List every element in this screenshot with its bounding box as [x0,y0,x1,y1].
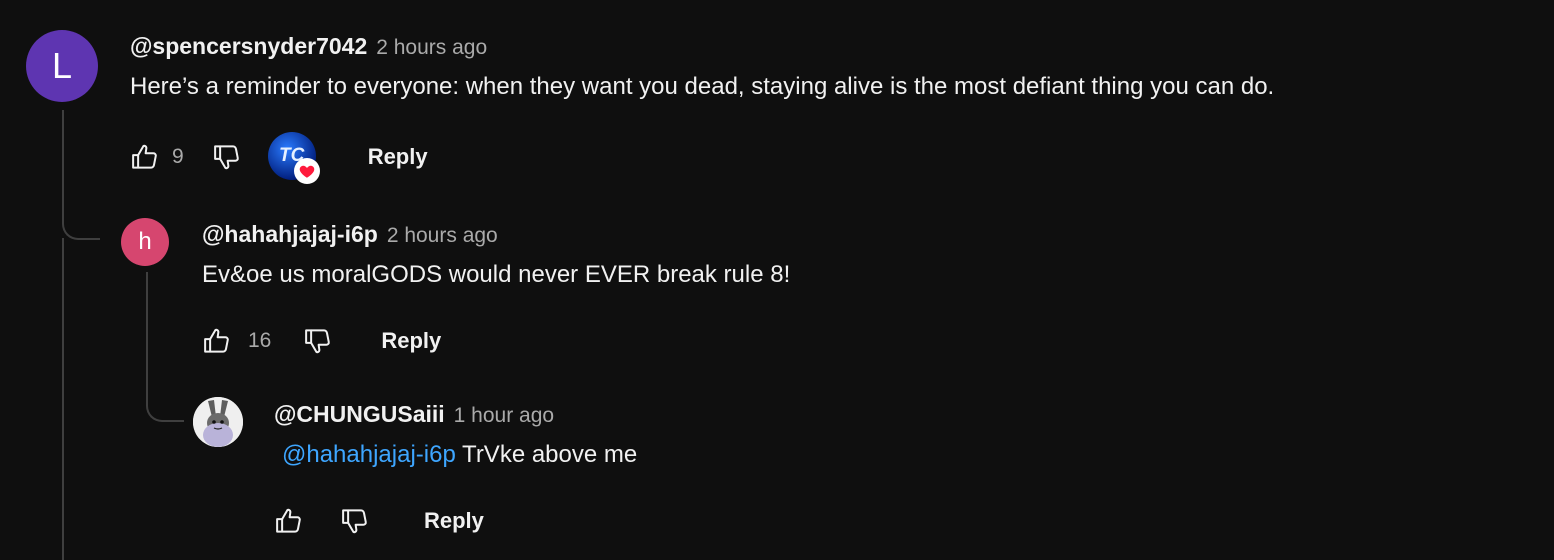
thread-line-nested [146,272,184,422]
like-count: 9 [172,145,184,168]
creator-heart-badge[interactable]: TC [267,132,320,184]
comment-author-handle[interactable]: @hahahjajaj-i6p [202,221,378,248]
nested-reply-comment: @CHUNGUSaiii 1 hour ago @hahahjajaj-i6p … [274,401,637,469]
comment-text: Ev&oe us moralGODS would never EVER brea… [202,261,791,288]
mention-link[interactable]: @hahahjajaj-i6p [282,441,456,468]
thumbs-up-icon[interactable] [272,504,306,538]
thread-line-main-continued [62,238,64,560]
avatar-letter: h [138,228,152,255]
thumbs-up-icon[interactable] [200,324,234,358]
reply-button[interactable]: Reply [381,328,441,354]
avatar[interactable]: L [26,30,98,102]
thumbs-down-icon[interactable] [301,324,335,358]
heart-icon [293,158,320,184]
comment-author-handle[interactable]: @CHUNGUSaiii [274,401,445,428]
comment-text: Here’s a reminder to everyone: when they… [130,73,1275,100]
reply-comment: @hahahjajaj-i6p 2 hours ago Ev&oe us mor… [202,221,790,289]
thumbs-down-icon[interactable] [338,504,372,538]
comment-body: TrVke above me [462,441,638,468]
thumbs-down-icon[interactable] [210,140,244,174]
comment-timestamp[interactable]: 1 hour ago [454,404,554,428]
avatar[interactable]: h [121,218,169,266]
comment-actions: 16 Reply [200,321,441,361]
reply-button[interactable]: Reply [424,508,484,534]
comment-text: @hahahjajaj-i6p TrVke above me [274,441,637,469]
bunny-avatar-icon[interactable] [193,397,243,447]
comment: @spencersnyder7042 2 hours ago Here’s a … [130,33,1274,101]
like-count: 16 [248,329,272,352]
reply-button[interactable]: Reply [368,144,428,170]
comment-timestamp[interactable]: 2 hours ago [387,224,498,248]
comment-actions: 9 TC Reply [128,132,428,184]
avatar-letter: L [51,45,73,86]
comment-timestamp[interactable]: 2 hours ago [376,36,487,60]
thumbs-up-icon[interactable] [128,140,162,174]
thread-line-main [62,110,100,240]
comment-actions: Reply [272,501,484,541]
comment-author-handle[interactable]: @spencersnyder7042 [130,33,367,60]
